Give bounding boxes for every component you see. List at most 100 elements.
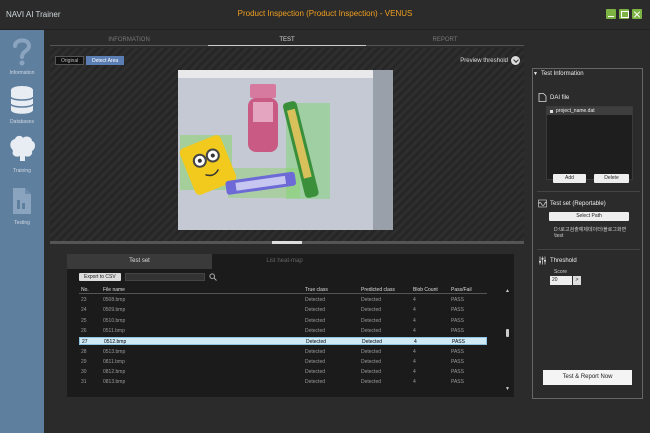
- table-row[interactable]: 31 0813.bmp Detected Detected 4 PASS: [79, 378, 487, 386]
- table-row[interactable]: 28 0513.bmp Detected Detected 4 PASS: [79, 348, 487, 356]
- table-cell: PASS: [451, 348, 464, 355]
- table-cell: 4: [413, 379, 416, 386]
- preview-threshold-control[interactable]: Preview threshold: [460, 56, 520, 65]
- tab-information[interactable]: INFORMATION: [50, 37, 208, 46]
- test-set-panel: Test set List heat-map Export to CSV No.…: [67, 254, 514, 397]
- dai-file-item[interactable]: project_name.dat: [547, 107, 632, 115]
- table-cell: 4: [413, 327, 416, 334]
- image-preview: Original Detect Area Preview threshold: [50, 48, 524, 241]
- sidebar: Information Databases Training Testing: [0, 30, 44, 433]
- table-cell: 31: [81, 379, 87, 386]
- sidebar-item-testing[interactable]: Testing: [0, 182, 44, 228]
- table-row[interactable]: 30 0812.bmp Detected Detected 4 PASS: [79, 368, 487, 376]
- brain-icon: [10, 135, 35, 161]
- table-cell: Detected: [361, 327, 382, 334]
- table-cell: 0512.bmp: [104, 339, 127, 346]
- test-report-now-button[interactable]: Test & Report Now: [543, 370, 632, 385]
- table-cell: PASS: [451, 327, 464, 334]
- table-cell: PASS: [451, 379, 464, 386]
- table-row[interactable]: 24 0509.bmp Detected Detected 4 PASS: [79, 306, 487, 314]
- score-label: Score: [554, 269, 568, 275]
- table-cell: 0510.bmp: [103, 317, 126, 324]
- detect-area-toggle[interactable]: Detect Area: [86, 56, 125, 65]
- sidebar-item-label: Databases: [10, 119, 34, 125]
- table-cell: 0508.bmp: [103, 297, 126, 303]
- add-button[interactable]: Add: [553, 174, 586, 183]
- scroll-up-icon[interactable]: ▲: [505, 288, 510, 294]
- table-cell: PASS: [451, 317, 464, 324]
- scroll-thumb[interactable]: [506, 329, 509, 337]
- table-cell: Detected: [305, 297, 326, 303]
- original-toggle[interactable]: Original: [55, 56, 85, 65]
- sidebar-item-databases[interactable]: Databases: [0, 81, 44, 127]
- table-cell: 0513.bmp: [103, 348, 126, 355]
- sidebar-item-information[interactable]: Information: [0, 32, 44, 78]
- sidebar-item-label: Testing: [14, 220, 30, 226]
- table-row[interactable]: 25 0510.bmp Detected Detected 4 PASS: [79, 317, 487, 325]
- table-cell: 4: [414, 339, 417, 346]
- table-cell: 26: [81, 327, 87, 334]
- select-path-button[interactable]: Select Path: [549, 212, 629, 221]
- sidebar-item-label: Training: [13, 168, 31, 174]
- table-cell: PASS: [451, 307, 464, 314]
- table-cell: Detected: [361, 307, 382, 314]
- section-divider: [537, 249, 640, 250]
- table-cell: 0811.bmp: [103, 358, 125, 365]
- table-cell: Detected: [361, 379, 382, 386]
- table-cell: 29: [81, 358, 87, 365]
- table-scrollbar[interactable]: ▲ ▼: [505, 288, 510, 392]
- table-row[interactable]: 29 0811.bmp Detected Detected 4 PASS: [79, 358, 487, 366]
- tab-test-set[interactable]: Test set: [67, 254, 212, 269]
- title-bar: NAVI AI Trainer Product Inspection (Prod…: [0, 0, 650, 30]
- main-tabs: INFORMATION TEST REPORT: [50, 37, 524, 46]
- test-set-toolbar: Export to CSV: [79, 273, 217, 281]
- table-header: No. File name True class Predicted class Blo…: [79, 286, 487, 294]
- tab-report[interactable]: REPORT: [366, 37, 524, 46]
- table-cell: 4: [413, 317, 416, 324]
- search-icon[interactable]: [209, 273, 217, 281]
- table-row[interactable]: 27 0512.bmp Detected Detected 4 PASS: [79, 337, 487, 346]
- tab-list-heatmap[interactable]: List heat-map: [212, 254, 357, 269]
- table-cell: 4: [413, 307, 416, 314]
- score-stepper-button[interactable]: >: [573, 276, 581, 285]
- delete-button[interactable]: Delete: [594, 174, 629, 183]
- test-set-label: Test set (Reportable): [550, 200, 606, 207]
- export-csv-button[interactable]: Export to CSV: [79, 273, 121, 281]
- table-cell: 4: [413, 358, 416, 365]
- table-row[interactable]: 26 0511.bmp Detected Detected 4 PASS: [79, 327, 487, 335]
- table-cell: Detected: [305, 358, 326, 365]
- splitter-grip[interactable]: [272, 241, 302, 244]
- table-cell: 25: [81, 317, 87, 324]
- file-icon: [538, 93, 547, 102]
- score-input[interactable]: 20: [550, 276, 572, 285]
- table-cell: 4: [413, 297, 416, 303]
- table-cell: Detected: [305, 379, 326, 386]
- table-cell: Detected: [305, 369, 326, 376]
- minimize-button[interactable]: [606, 9, 616, 19]
- search-input[interactable]: [124, 273, 205, 281]
- dai-file-section: DAI file: [538, 93, 569, 102]
- window-title: Product Inspection (Product Inspection) …: [237, 9, 413, 18]
- table-cell: 0509.bmp: [103, 307, 126, 314]
- close-button[interactable]: [632, 9, 642, 19]
- table-cell: 4: [413, 348, 416, 355]
- section-divider: [537, 191, 640, 192]
- table-cell: Detected: [305, 327, 326, 334]
- table-cell: PASS: [451, 358, 464, 365]
- table-cell: Detected: [305, 307, 326, 314]
- document-icon: [13, 188, 31, 214]
- scroll-down-icon[interactable]: ▼: [505, 386, 510, 392]
- table-cell: 4: [413, 369, 416, 376]
- window-controls: [606, 9, 642, 19]
- table-row[interactable]: 23 0508.bmp Detected Detected 4 PASS: [79, 296, 487, 304]
- table-cell: 27: [82, 339, 88, 346]
- preview-threshold-label: Preview threshold: [460, 57, 508, 64]
- test-path-text: D:\로고검출예제데이터\블로그화면\test: [554, 227, 627, 239]
- sidebar-item-training[interactable]: Training: [0, 130, 44, 176]
- table-cell: Detected: [306, 339, 327, 346]
- table-cell: Detected: [361, 317, 382, 324]
- maximize-button[interactable]: [619, 9, 629, 19]
- results-table: No. File name True class Predicted class Blo…: [79, 286, 507, 386]
- tab-test[interactable]: TEST: [208, 37, 366, 46]
- dai-file-label: DAI file: [550, 94, 570, 101]
